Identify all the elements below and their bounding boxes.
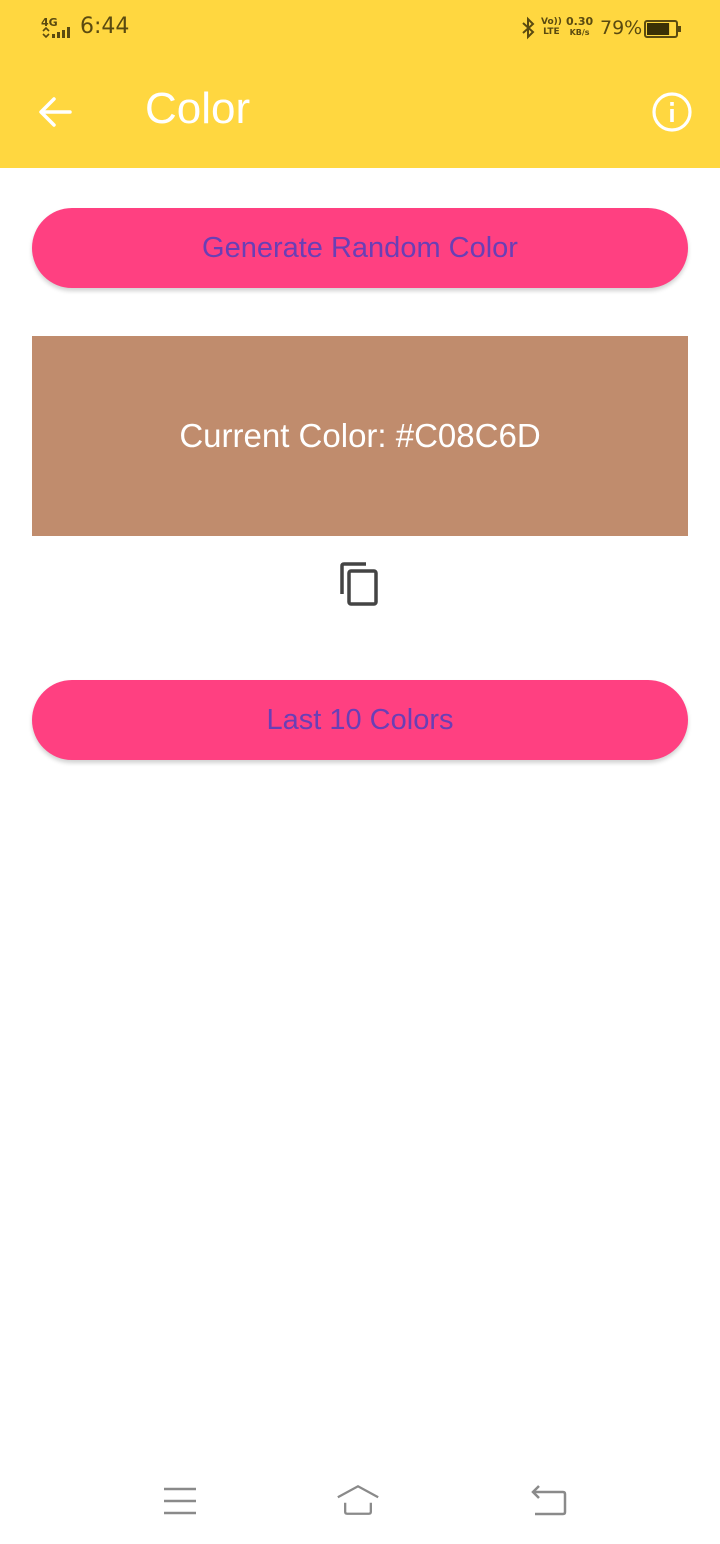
copy-icon[interactable] <box>336 560 384 610</box>
bluetooth-icon <box>522 16 535 40</box>
network-speed: 0.30 KB/s <box>566 16 593 38</box>
info-icon[interactable] <box>651 91 693 133</box>
generate-button-label: Generate Random Color <box>202 231 518 264</box>
home-icon[interactable] <box>336 1480 380 1520</box>
last-colors-button-label: Last 10 Colors <box>266 703 454 736</box>
current-color-swatch: Current Color: #C08C6D <box>32 336 688 536</box>
speed-unit: KB/s <box>569 28 590 37</box>
page-title: Color <box>145 84 251 133</box>
battery-percent: 79% <box>600 17 643 39</box>
status-bar: 4G 6:44 Vo)) LTE 0.30 KB/s 79% <box>0 0 720 58</box>
status-time: 6:44 <box>80 14 130 39</box>
signal-icon <box>42 26 70 39</box>
menu-icon[interactable] <box>158 1480 202 1520</box>
app-bar: 4G 6:44 Vo)) LTE 0.30 KB/s 79% Color <box>0 0 720 168</box>
back-icon[interactable] <box>527 1480 571 1520</box>
volte-indicator: Vo)) LTE <box>541 17 562 37</box>
volte-top: Vo)) <box>541 17 562 27</box>
volte-bottom: LTE <box>543 27 560 37</box>
current-color-text: Current Color: #C08C6D <box>179 417 541 454</box>
last-10-colors-button[interactable]: Last 10 Colors <box>32 680 688 760</box>
battery-icon <box>644 20 681 38</box>
generate-random-color-button[interactable]: Generate Random Color <box>32 208 688 288</box>
arrow-back-icon[interactable] <box>36 92 76 132</box>
